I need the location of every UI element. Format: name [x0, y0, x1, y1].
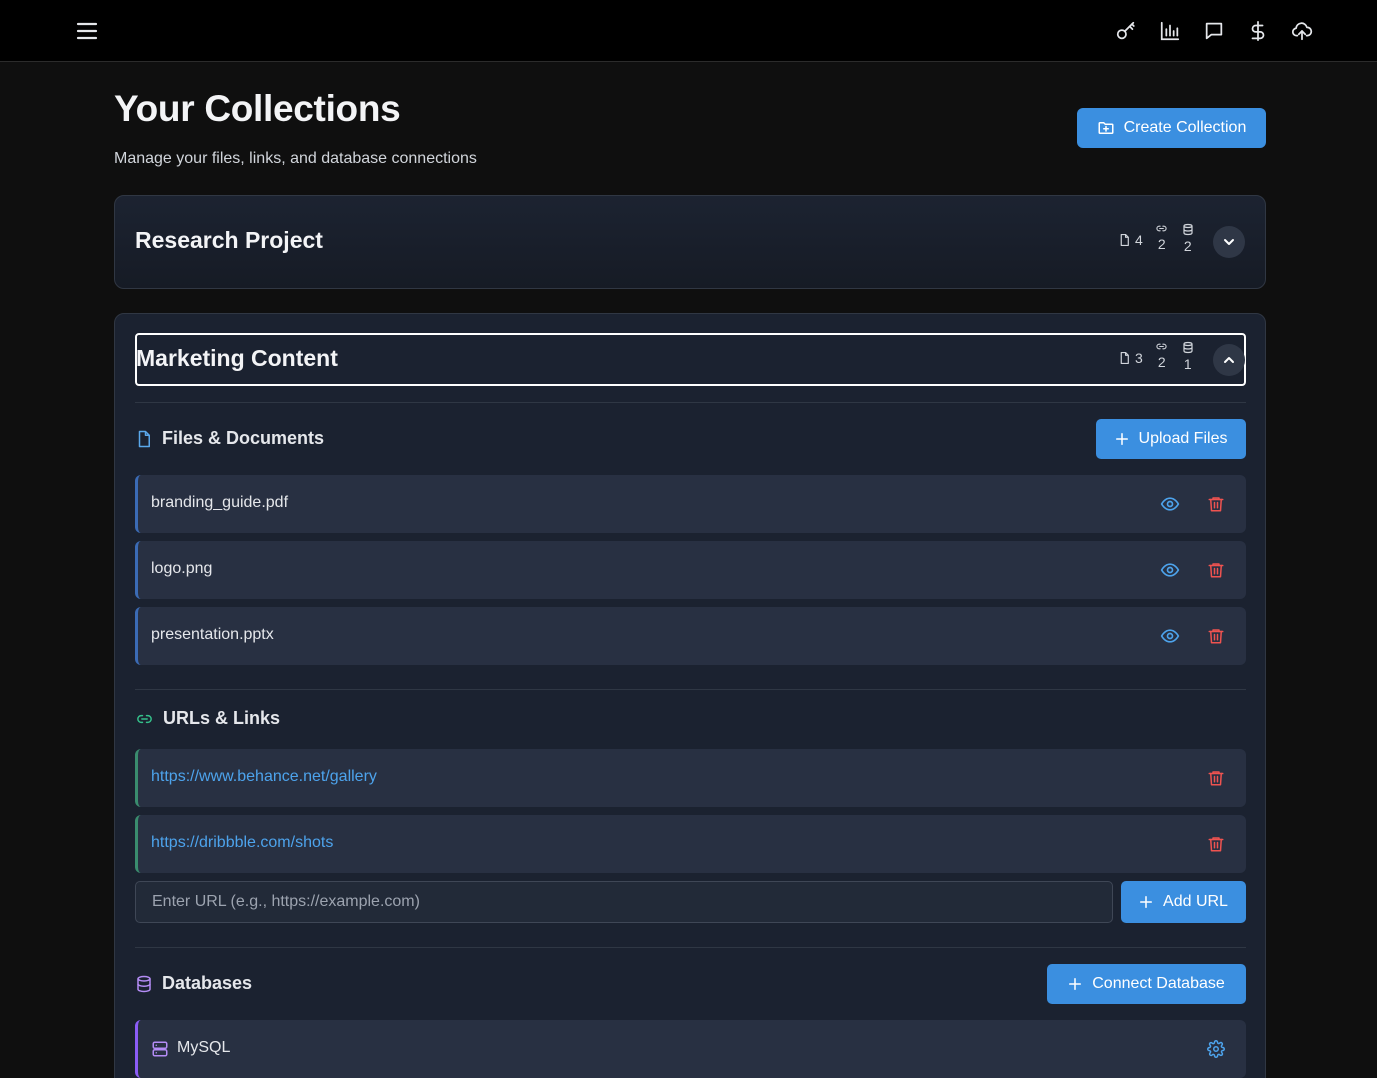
dollar-icon[interactable]: [1243, 16, 1273, 46]
folder-plus-icon: [1097, 119, 1115, 137]
chart-icon[interactable]: [1155, 16, 1185, 46]
files-section-title: Files & Documents: [135, 428, 324, 449]
databases-section-title: Databases: [135, 973, 252, 994]
page-subtitle: Manage your files, links, and database c…: [114, 150, 477, 167]
connect-database-button[interactable]: Connect Database: [1047, 964, 1246, 1004]
link-icon: [1155, 341, 1168, 352]
collection-card-research: Research Project 4 2 2: [114, 195, 1266, 289]
upload-files-label: Upload Files: [1138, 430, 1228, 447]
trash-icon[interactable]: [1205, 559, 1227, 581]
database-icon: [135, 974, 153, 994]
file-row: logo.png: [135, 541, 1246, 599]
database-icon: [1182, 223, 1194, 236]
divider: [135, 402, 1246, 403]
plus-icon: [1139, 895, 1153, 909]
url-row: https://www.behance.net/gallery: [135, 749, 1246, 807]
link-count: 2: [1157, 236, 1166, 252]
expand-button[interactable]: [1213, 226, 1245, 258]
page-title: Your Collections: [114, 88, 401, 129]
cloud-upload-icon[interactable]: [1287, 16, 1317, 46]
settings-icon[interactable]: [1205, 1038, 1227, 1060]
document-icon: [135, 429, 153, 449]
file-icon: [1118, 351, 1131, 365]
file-row: presentation.pptx: [135, 607, 1246, 665]
link-icon: [135, 711, 154, 727]
key-icon[interactable]: [1111, 16, 1141, 46]
urls-section-title: URLs & Links: [135, 708, 280, 729]
urls-section-label: URLs & Links: [163, 708, 281, 728]
divider: [135, 947, 1246, 948]
message-icon[interactable]: [1199, 16, 1229, 46]
database-row: MySQL: [135, 1020, 1246, 1078]
url-input[interactable]: [135, 881, 1113, 923]
collection-title[interactable]: Marketing Content: [136, 345, 338, 372]
server-icon: [151, 1040, 169, 1058]
create-collection-button[interactable]: Create Collection: [1077, 108, 1266, 148]
file-icon: [1118, 233, 1131, 247]
link-count: 2: [1157, 354, 1166, 370]
file-name: presentation.pptx: [151, 626, 274, 643]
database-count: 2: [1183, 238, 1192, 254]
url-link[interactable]: https://www.behance.net/gallery: [151, 768, 377, 786]
database-name: MySQL: [177, 1039, 231, 1056]
databases-section-label: Databases: [162, 973, 253, 993]
create-collection-label: Create Collection: [1123, 119, 1247, 136]
trash-icon[interactable]: [1205, 493, 1227, 515]
chevron-up-icon: [1221, 352, 1237, 368]
url-row: https://dribbble.com/shots: [135, 815, 1246, 873]
collection-card-marketing: Marketing Content 3 2 1 Files & Document…: [114, 313, 1266, 1078]
add-url-button[interactable]: Add URL: [1121, 881, 1246, 923]
database-count: 1: [1183, 356, 1192, 372]
connect-database-label: Connect Database: [1092, 975, 1225, 992]
file-name: branding_guide.pdf: [151, 494, 289, 511]
eye-icon[interactable]: [1159, 559, 1181, 581]
top-bar: [0, 0, 1377, 62]
link-icon: [1155, 223, 1168, 234]
divider: [135, 689, 1246, 690]
collapse-button[interactable]: [1213, 344, 1245, 376]
upload-files-button[interactable]: Upload Files: [1096, 419, 1246, 459]
plus-icon: [1115, 432, 1129, 446]
collection-counts: 3 2 1: [1118, 341, 1195, 372]
collection-counts: 4 2 2: [1118, 223, 1195, 254]
database-icon: [1182, 341, 1194, 354]
file-count: 3: [1135, 350, 1143, 366]
menu-icon[interactable]: [72, 16, 102, 46]
url-link[interactable]: https://dribbble.com/shots: [151, 834, 333, 852]
file-name: logo.png: [151, 560, 213, 577]
file-count: 4: [1135, 232, 1143, 248]
eye-icon[interactable]: [1159, 493, 1181, 515]
trash-icon[interactable]: [1205, 767, 1227, 789]
trash-icon[interactable]: [1205, 833, 1227, 855]
plus-icon: [1068, 977, 1082, 991]
collection-title[interactable]: Research Project: [135, 227, 323, 254]
eye-icon[interactable]: [1159, 625, 1181, 647]
files-section-label: Files & Documents: [162, 428, 325, 448]
chevron-down-icon: [1221, 234, 1237, 250]
trash-icon[interactable]: [1205, 625, 1227, 647]
file-row: branding_guide.pdf: [135, 475, 1246, 533]
add-url-label: Add URL: [1163, 893, 1228, 910]
